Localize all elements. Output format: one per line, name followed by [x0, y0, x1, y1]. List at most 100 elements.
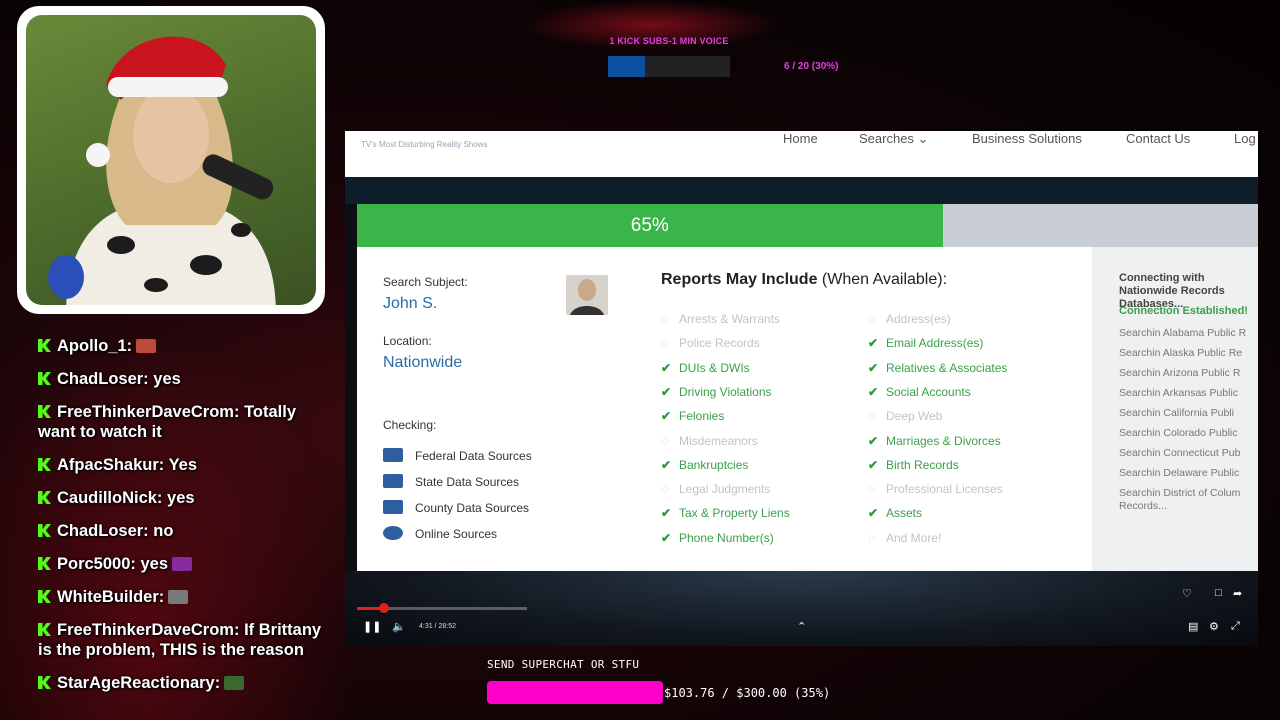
connecting-item: Searchin Arkansas Public: [1119, 387, 1239, 399]
webcam-feed: [26, 15, 316, 305]
playback-time: 4:31 / 28:52: [419, 623, 456, 630]
report-item: ✔ Birth Records: [868, 458, 959, 472]
chevron-up-icon[interactable]: ⌃: [797, 620, 806, 633]
report-item-label: Felonies: [679, 409, 725, 424]
chat-message: WhiteBuilder:: [38, 587, 338, 607]
report-item-label: Tax & Property Liens: [679, 506, 790, 521]
spinner-icon: ◌: [868, 482, 876, 497]
seek-bar[interactable]: [357, 603, 527, 613]
chat-username[interactable]: Porc5000:: [57, 555, 136, 573]
connecting-item: Records...: [1119, 500, 1167, 512]
kick-badge-icon: [38, 372, 51, 385]
report-item-label: Driving Violations: [679, 384, 772, 399]
source-online: Online Sources: [383, 526, 497, 541]
chat-username[interactable]: FreeThinkerDaveCrom:: [57, 621, 239, 639]
volume-icon[interactable]: 🔈: [392, 620, 406, 633]
nav-login[interactable]: Log: [1234, 131, 1256, 146]
sub-goal-progress-text: 6 / 20 (30%): [784, 61, 839, 72]
chat-emote-icon: [172, 557, 193, 571]
site-nav: TV's Most Disturbing Reality Shows Home …: [345, 131, 1258, 177]
source-label: County Data Sources: [415, 501, 530, 515]
chat-username[interactable]: CaudilloNick:: [57, 489, 162, 507]
chat-message: FreeThinkerDaveCrom: Totally want to wat…: [38, 402, 338, 442]
chat-text: yes: [162, 489, 195, 507]
source-label: Federal Data Sources: [415, 449, 532, 463]
report-item-label: Relatives & Associates: [886, 360, 1008, 375]
check-icon: ✔: [868, 336, 879, 351]
report-item-label: Deep Web: [886, 409, 943, 424]
chat-username[interactable]: Apollo_1:: [57, 337, 132, 355]
spinner-icon: ◌: [661, 312, 669, 326]
seek-knob[interactable]: [379, 603, 390, 613]
nav-searches-label: Searches: [859, 131, 914, 146]
report-item: ✔ Phone Number(s): [661, 531, 774, 545]
report-item: ◌ Address(es): [868, 312, 951, 326]
checking-label: Checking:: [383, 418, 437, 432]
settings-icon[interactable]: ⚙: [1209, 620, 1219, 633]
check-icon: ✔: [868, 457, 879, 472]
report-item-label: Assets: [886, 506, 923, 521]
report-item-label: Email Address(es): [886, 336, 984, 351]
chat-message: AfpacShakur: Yes: [38, 455, 338, 475]
kick-badge-icon: [38, 339, 51, 352]
kick-badge-icon: [38, 458, 51, 471]
report-item-label: And More!: [886, 530, 942, 545]
comment-icon[interactable]: □: [1215, 587, 1222, 599]
chat-message: CaudilloNick: yes: [38, 488, 338, 508]
superchat-goal-bar: [487, 681, 663, 704]
chat-emote-icon: [224, 676, 245, 690]
chat-emote-icon: [168, 590, 189, 604]
check-icon: ✔: [661, 530, 672, 545]
search-progress-bar: 65%: [357, 204, 1258, 247]
chevron-down-icon: ⌄: [917, 131, 929, 146]
share-icon[interactable]: ➦: [1233, 587, 1242, 600]
site-header-strip: [345, 177, 1258, 204]
nav-home[interactable]: Home: [783, 131, 818, 146]
report-item: ✔ Social Accounts: [868, 385, 971, 399]
spinner-icon: ◌: [661, 336, 669, 351]
report-item-label: Social Accounts: [886, 384, 971, 399]
chat-username[interactable]: ChadLoser:: [57, 370, 149, 388]
nav-business-solutions[interactable]: Business Solutions: [972, 131, 1082, 146]
location-value: Nationwide: [383, 354, 463, 371]
spinner-icon: ◌: [661, 482, 669, 497]
superchat-goal-title: SEND SUPERCHAT OR STFU: [487, 658, 640, 671]
kick-badge-icon: [38, 405, 51, 418]
connecting-item: Searchin California Publi: [1119, 407, 1234, 419]
reports-title-bold: Reports May Include: [661, 271, 818, 288]
connecting-item: Searchin District of Colum: [1119, 487, 1241, 499]
nav-searches[interactable]: Searches ⌄: [859, 131, 928, 147]
chat-text: Yes: [164, 456, 198, 474]
chat-username[interactable]: StarAgeReactionary:: [57, 674, 220, 692]
chat-username[interactable]: AfpacShakur:: [57, 456, 164, 474]
report-item: ✔ Assets: [868, 506, 922, 520]
chat-message: StarAgeReactionary:: [38, 673, 338, 693]
report-item: ◌ Misdemeanors: [661, 434, 758, 448]
captions-icon[interactable]: ▤: [1188, 620, 1198, 633]
report-item: ✔ Relatives & Associates: [868, 361, 1007, 375]
check-icon: ✔: [868, 506, 879, 521]
channel-tag: TV's Most Disturbing Reality Shows: [361, 140, 488, 149]
sub-goal-title: 1 KICK SUBS-1 MIN VOICE: [609, 36, 729, 46]
kick-badge-icon: [38, 524, 51, 537]
video-player[interactable]: TV's Most Disturbing Reality Shows Home …: [345, 131, 1258, 646]
pause-icon[interactable]: ❚❚: [363, 620, 381, 633]
source-county: County Data Sources: [383, 500, 529, 515]
report-item: ✔ Email Address(es): [868, 336, 983, 350]
chat-username[interactable]: FreeThinkerDaveCrom:: [57, 403, 239, 421]
report-item: ◌ And More!: [868, 531, 941, 545]
chat-message: FreeThinkerDaveCrom: If Brittany is the …: [38, 620, 338, 660]
chat-text: no: [148, 522, 174, 540]
chat-username[interactable]: ChadLoser:: [57, 522, 149, 540]
report-item: ◌ Deep Web: [868, 409, 942, 423]
report-item: ✔ Tax & Property Liens: [661, 506, 790, 520]
like-icon[interactable]: ♡: [1182, 587, 1192, 600]
report-item: ✔ DUIs & DWIs: [661, 361, 750, 375]
chat-text: yes: [148, 370, 181, 388]
flag-icon: [383, 448, 403, 462]
chat-username[interactable]: WhiteBuilder:: [57, 588, 164, 606]
fullscreen-icon[interactable]: ⤢: [1231, 620, 1240, 633]
report-item: ✔ Marriages & Divorces: [868, 434, 1001, 448]
nav-contact-us[interactable]: Contact Us: [1126, 131, 1190, 146]
kick-badge-icon: [38, 491, 51, 504]
